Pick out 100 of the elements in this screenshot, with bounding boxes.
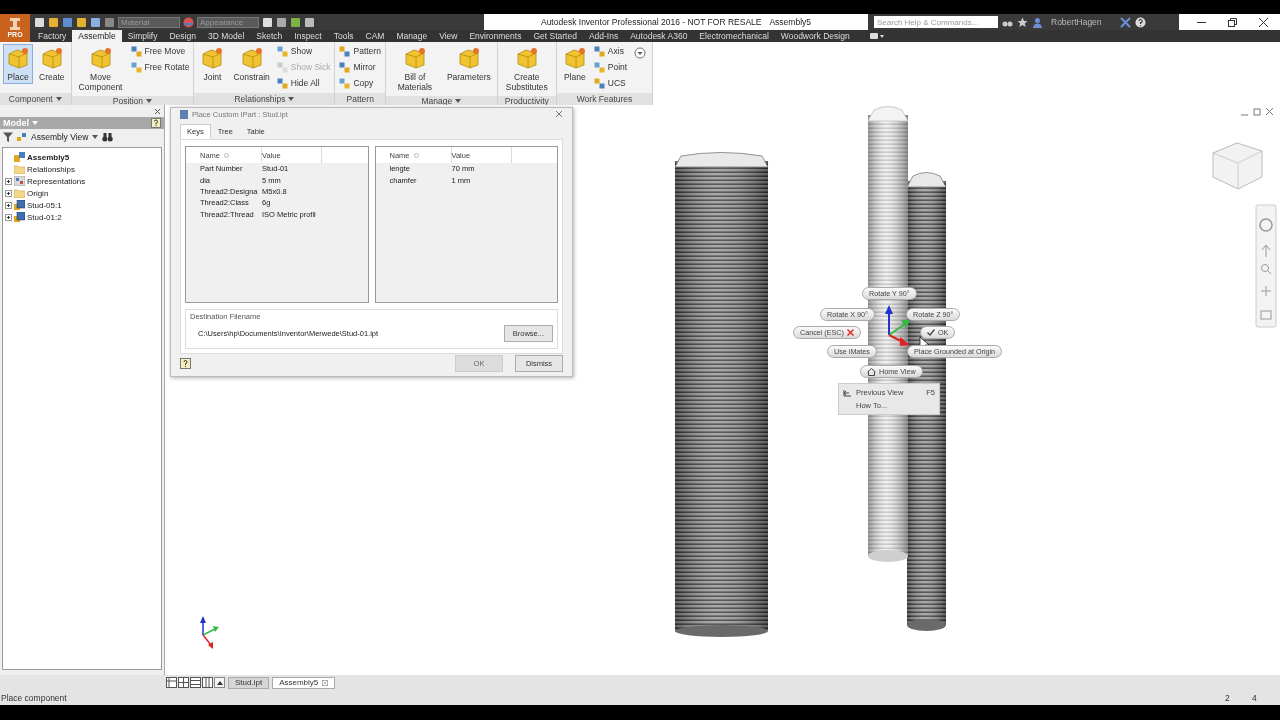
window-layout-icon[interactable]: [202, 677, 213, 688]
toolbar-icon[interactable]: [48, 16, 59, 28]
document-name: Assembly5: [769, 17, 812, 27]
ribbon-tab[interactable]: Factory: [32, 30, 73, 42]
toolbar-icon[interactable]: [34, 16, 45, 28]
binoculars-icon[interactable]: [102, 132, 114, 142]
sort-icon: [224, 152, 229, 158]
tree-item[interactable]: Stud-05:1: [27, 200, 62, 210]
expand-icon[interactable]: [5, 189, 12, 197]
ribbon-tool[interactable]: Axis: [592, 44, 629, 58]
chamfered-end: [906, 172, 947, 188]
cube-icon: [562, 46, 587, 70]
toolbar-icon[interactable]: [262, 16, 273, 28]
toolbar-icon[interactable]: [276, 16, 287, 28]
ribbon-tab[interactable]: Simplify: [121, 30, 164, 42]
triad-drawing[interactable]: [885, 305, 910, 346]
tree-item[interactable]: Origin: [27, 188, 49, 198]
user-icon[interactable]: [1032, 16, 1043, 28]
panel-menu-caret-icon: [55, 97, 62, 101]
toolbar-icon[interactable]: [304, 16, 315, 28]
tool-icon: [276, 61, 288, 73]
ribbon-tool[interactable]: Bill of Materials: [388, 44, 441, 94]
tree-item[interactable]: Stud-01:2: [27, 212, 62, 222]
cube-icon: [514, 46, 539, 70]
tree-item[interactable]: Assembly5: [27, 152, 70, 162]
ribbon-tool[interactable]: Create Substitutes: [500, 44, 553, 94]
ribbon-tool[interactable]: Place: [3, 44, 33, 84]
tree-item[interactable]: Representations: [27, 176, 86, 186]
ribbon-tab[interactable]: Add-Ins: [582, 30, 625, 42]
search-field[interactable]: Search Help & Commands...: [874, 16, 998, 28]
filter-icon[interactable]: [3, 132, 13, 142]
ribbon-tab[interactable]: Get Started: [527, 30, 583, 42]
toolbar-icon[interactable]: [90, 16, 101, 28]
representations-icon: [14, 176, 25, 186]
caret-icon: [32, 121, 38, 125]
ribbon-tool[interactable]: Plane: [559, 44, 590, 84]
document-tab[interactable]: Assembly5: [272, 676, 336, 689]
ribbon-tool[interactable]: UCS: [592, 76, 629, 90]
expand-icon[interactable]: [5, 177, 12, 185]
user-name[interactable]: RobertHagen: [1051, 17, 1102, 27]
video-icon[interactable]: [869, 32, 884, 40]
ribbon-tool[interactable]: Hide All: [275, 76, 332, 90]
ribbon-tool[interactable]: Parameters: [443, 44, 494, 84]
tool-icon: [339, 77, 351, 89]
ribbon-tool[interactable]: Pattern: [338, 44, 382, 58]
tree-item[interactable]: Relationships: [27, 164, 76, 174]
close-icon[interactable]: [1259, 17, 1268, 27]
panel-title: Component: [8, 94, 53, 104]
expand-icon[interactable]: [5, 201, 12, 209]
help-icon[interactable]: [180, 357, 191, 369]
ribbon-tab[interactable]: Assemble: [72, 30, 122, 42]
ribbon-tool[interactable]: Point: [592, 60, 629, 74]
ribbon-tab[interactable]: Environments: [463, 30, 528, 42]
previous-view-icon: [843, 388, 852, 397]
cube-icon: [6, 46, 30, 70]
expand-icon[interactable]: [5, 213, 12, 221]
appearance-field[interactable]: Appearance: [197, 16, 259, 28]
ribbon-tab[interactable]: Inspect: [288, 30, 328, 42]
ribbon-tool[interactable]: Create: [36, 44, 68, 84]
document-tab[interactable]: Stud.ipt: [228, 676, 270, 689]
window-layout-icon[interactable]: [190, 677, 201, 688]
scroll-up-button[interactable]: [214, 677, 225, 688]
ribbon-tab[interactable]: Sketch: [250, 30, 289, 42]
ribbon-tool[interactable]: Free Rotate: [129, 60, 191, 74]
ribbon-tab[interactable]: CAM: [359, 30, 391, 42]
window-layout-icon[interactable]: [178, 677, 189, 688]
document-window-controls[interactable]: [1240, 107, 1274, 116]
ribbon-tool[interactable]: Show: [275, 44, 332, 58]
help-icon[interactable]: [151, 118, 161, 128]
cube-icon: [402, 46, 427, 70]
ribbon-tool[interactable]: Mirror: [338, 60, 382, 74]
view-selector[interactable]: Assembly View: [31, 132, 89, 142]
ribbon-tool[interactable]: Move Component: [74, 44, 127, 94]
ribbon-tool[interactable]: Constrain: [230, 44, 273, 84]
material-field[interactable]: Material: [118, 16, 180, 28]
ribbon-tab[interactable]: Woodwork Design: [774, 30, 856, 42]
ribbon-tool[interactable]: Copy: [338, 76, 382, 90]
status-value: 2: [1225, 692, 1231, 703]
toolbar-icon[interactable]: [290, 16, 301, 28]
panel-menu-caret-icon: [288, 97, 295, 101]
close-icon: [846, 329, 854, 336]
ribbon-tab[interactable]: Autodesk A360: [624, 30, 694, 42]
window-layout-icon[interactable]: [166, 677, 177, 688]
panel-title: Work Features: [576, 94, 633, 104]
restore-icon[interactable]: [1228, 17, 1237, 27]
ribbon-tab[interactable]: Design: [163, 30, 202, 42]
ribbon-tab[interactable]: 3D Model: [201, 30, 251, 42]
ribbon-tab[interactable]: View: [433, 30, 464, 42]
ribbon-tab[interactable]: Manage: [390, 30, 434, 42]
star-icon[interactable]: [1017, 16, 1028, 28]
toolbar-icon[interactable]: [62, 16, 73, 28]
ribbon-tab[interactable]: Electromechanical: [693, 30, 775, 42]
tool-icon: [339, 45, 351, 57]
ribbon-tab[interactable]: Tools: [327, 30, 360, 42]
ribbon-tool[interactable]: Free Move: [129, 44, 191, 58]
help-icon[interactable]: [1134, 16, 1146, 28]
close-icon[interactable]: [154, 107, 161, 115]
toolbar-icon[interactable]: [76, 16, 87, 28]
check-icon: [927, 329, 935, 336]
ribbon-tool[interactable]: Joint: [197, 44, 228, 84]
